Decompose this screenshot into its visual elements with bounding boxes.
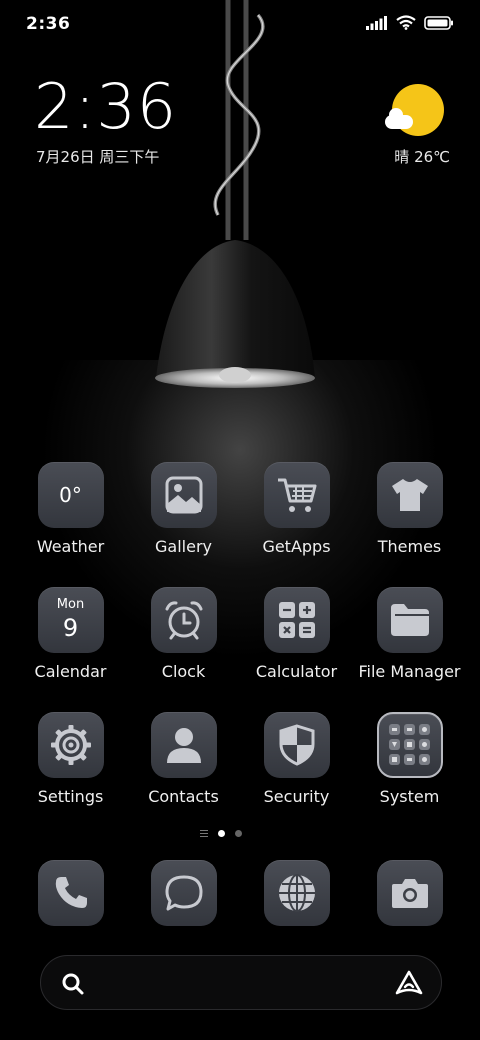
app-label: Gallery [155, 537, 212, 556]
phone-icon [37, 860, 104, 926]
weather-icon-glyph: 0° [59, 483, 82, 507]
wifi-icon [396, 15, 416, 30]
cloud-icon [385, 108, 413, 129]
clock-widget-date: 7月26日 周三下午 [36, 148, 160, 166]
page-indicator[interactable] [200, 830, 242, 837]
camera-icon [376, 860, 443, 926]
dock-phone[interactable] [14, 860, 127, 926]
dock-browser[interactable] [240, 860, 353, 926]
folder-grid-icon [376, 712, 443, 778]
assistant-icon[interactable] [395, 970, 423, 996]
calendar-day-number: 9 [62, 614, 79, 642]
app-security[interactable]: Security [240, 712, 353, 806]
app-contacts[interactable]: Contacts [127, 712, 240, 806]
app-label: Contacts [148, 787, 219, 806]
status-time: 2:36 [26, 14, 71, 34]
app-label: Clock [161, 662, 206, 681]
app-label: File Manager [358, 662, 461, 681]
app-label: Calculator [255, 662, 338, 681]
calculator-icon [263, 587, 330, 653]
app-weather[interactable]: 0° Weather [14, 462, 127, 556]
tshirt-icon [376, 462, 443, 528]
app-themes[interactable]: Themes [353, 462, 466, 556]
app-file-manager[interactable]: File Manager [353, 587, 466, 681]
weather-widget[interactable]: 晴 26℃ [380, 82, 450, 172]
calendar-icon: Mon 9 [37, 587, 104, 653]
app-label: System [379, 787, 440, 806]
app-system-folder[interactable]: System [353, 712, 466, 806]
app-settings[interactable]: Settings [14, 712, 127, 806]
app-calendar[interactable]: Mon 9 Calendar [14, 587, 127, 681]
app-label: Calendar [34, 662, 107, 681]
message-icon [150, 860, 217, 926]
app-label: GetApps [262, 537, 331, 556]
app-label: Themes [377, 537, 442, 556]
folder-icon [376, 587, 443, 653]
app-gallery[interactable]: Gallery [127, 462, 240, 556]
globe-icon [263, 860, 330, 926]
gear-icon [37, 712, 104, 778]
alarm-clock-icon [150, 587, 217, 653]
app-label: Security [263, 787, 330, 806]
gallery-icon [150, 462, 217, 528]
app-calculator[interactable]: Calculator [240, 587, 353, 681]
battery-icon [424, 15, 453, 30]
signal-icon [366, 15, 387, 30]
app-label: Weather [36, 537, 105, 556]
page-dot-active [218, 830, 225, 837]
app-label: Settings [37, 787, 104, 806]
person-icon [150, 712, 217, 778]
calendar-day-name: Mon [56, 597, 85, 612]
app-getapps[interactable]: GetApps [240, 462, 353, 556]
weather-icon: 0° [37, 462, 104, 528]
search-icon[interactable] [61, 972, 85, 996]
app-clock[interactable]: Clock [127, 587, 240, 681]
dock-messages[interactable] [127, 860, 240, 926]
status-icons [366, 15, 454, 30]
cart-icon [263, 462, 330, 528]
search-bar[interactable] [40, 955, 442, 1010]
shield-icon [263, 712, 330, 778]
lamp-wallpaper [155, 0, 315, 388]
app-list-indicator-icon [200, 830, 208, 837]
page-dot [235, 830, 242, 837]
weather-widget-text: 晴 26℃ [394, 148, 450, 166]
dock-camera[interactable] [353, 860, 466, 926]
